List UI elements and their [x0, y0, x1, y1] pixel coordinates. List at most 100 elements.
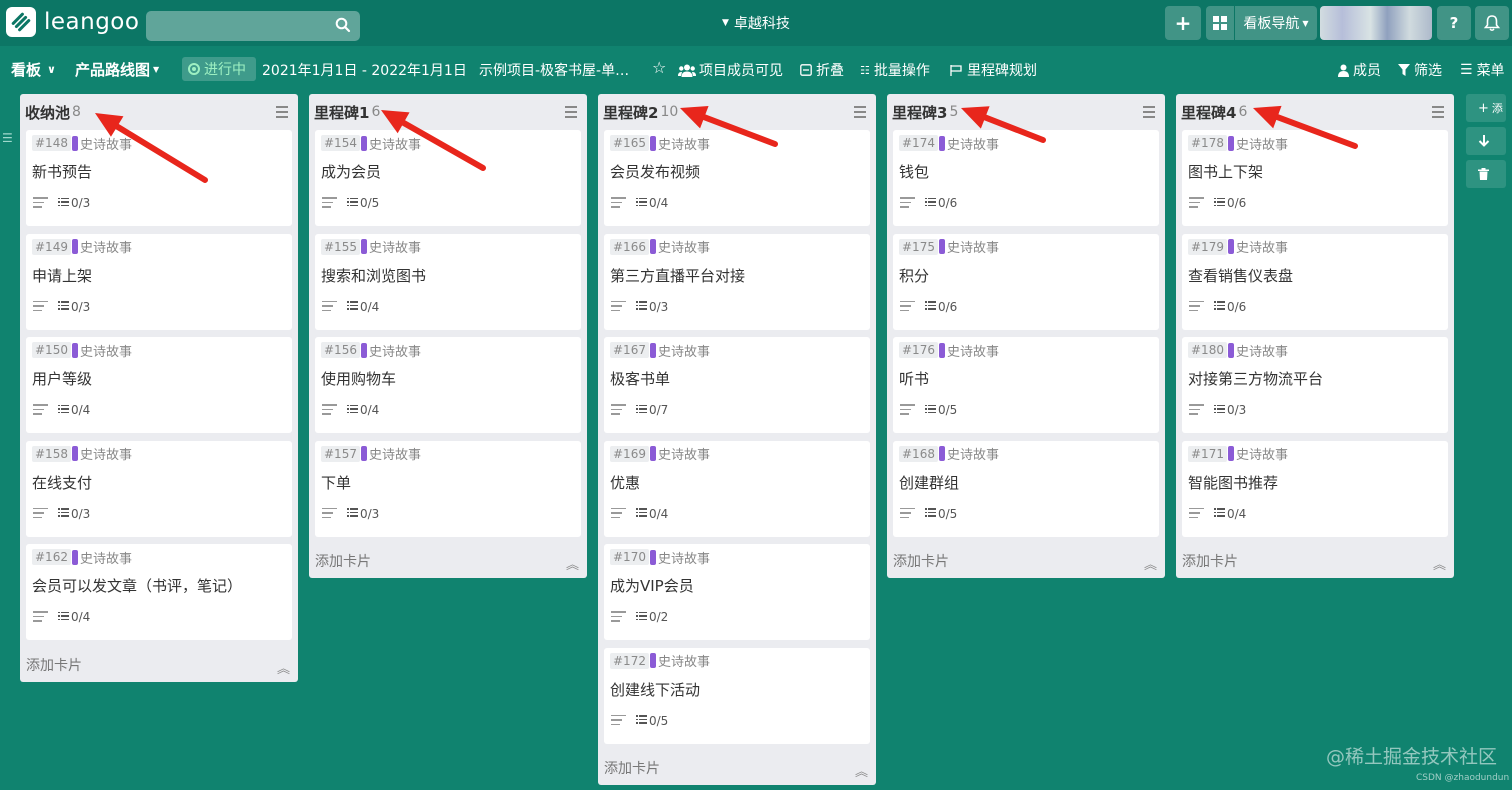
card[interactable]: #170 史诗故事 成为VIP会员 0/2 [604, 544, 870, 640]
star-icon[interactable]: ☆ [652, 58, 666, 77]
card[interactable]: #174 史诗故事 钱包 0/6 [893, 130, 1159, 226]
fold-button[interactable]: 折叠 [800, 60, 844, 80]
collapse-up-icon[interactable]: ︽ [277, 658, 290, 677]
list-title[interactable]: 里程碑1 [314, 102, 369, 123]
card[interactable]: #148 史诗故事 新书预告 0/3 [26, 130, 292, 226]
list-column[interactable]: 收纳池 8 #148 史诗故事 新书预告 0/3 #149 史诗故事 申请上架 0/3 #150 史诗… [20, 94, 298, 682]
card-title: 创建群组 [899, 473, 960, 492]
card-list: #178 史诗故事 图书上下架 0/6 #179 史诗故事 查看销售仪表盘 0/6 #180 史诗… [1176, 130, 1454, 537]
card-id: #168 [899, 445, 938, 462]
list-header[interactable]: 里程碑3 5 [887, 94, 1165, 130]
card[interactable]: #149 史诗故事 申请上架 0/3 [26, 233, 292, 330]
help-icon: ? [1449, 14, 1459, 32]
add-card-button[interactable]: 添加卡片 ︽ [887, 544, 1165, 578]
add-card-button[interactable]: 添加卡片 ︽ [1176, 544, 1454, 578]
caret-down-icon: ▼ [722, 18, 729, 28]
card[interactable]: #179 史诗故事 查看销售仪表盘 0/6 [1182, 233, 1448, 330]
milestone-button[interactable]: 里程碑规划 [950, 60, 1037, 80]
list-column[interactable]: 里程碑1 6 #154 史诗故事 成为会员 0/5 #155 史诗故事 搜索和浏览图书 0/4 #1… [309, 94, 587, 578]
members-icon [678, 64, 696, 77]
list-menu-icon[interactable] [854, 106, 866, 121]
list-header[interactable]: 收纳池 8 [20, 94, 298, 130]
collapse-up-icon[interactable]: ︽ [1144, 554, 1157, 573]
view-switcher[interactable]: 看板 ∨ [11, 59, 56, 80]
notification-button[interactable] [1475, 6, 1509, 40]
card-title: 使用购物车 [321, 370, 397, 388]
sidebar-toggle-icon[interactable]: ☰ [2, 131, 13, 145]
card-label-epic: 史诗故事 [361, 135, 421, 153]
menu-button[interactable]: ☰ 菜单 [1460, 60, 1505, 80]
list-menu-icon[interactable] [1143, 106, 1155, 121]
date-range[interactable]: 2021年1月1日 - 2022年1月1日 [262, 60, 467, 80]
list-column[interactable]: 里程碑4 6 #178 史诗故事 图书上下架 0/6 #179 史诗故事 查看销售仪表盘 0/6 #… [1176, 94, 1454, 578]
members-button[interactable]: 成员 [1338, 60, 1381, 80]
card[interactable]: #158 史诗故事 在线支付 0/3 [26, 440, 292, 537]
description-icon [1189, 300, 1204, 315]
search-input[interactable] [146, 11, 360, 41]
batch-button[interactable]: ☷ 批量操作 [860, 60, 930, 80]
list-menu-icon[interactable] [1432, 106, 1444, 121]
list-title[interactable]: 里程碑2 [603, 102, 658, 123]
visibility-button[interactable]: 项目成员可见 [678, 60, 783, 80]
card-label-epic: 史诗故事 [72, 239, 132, 256]
project-link[interactable]: 示例项目-极客书屋-单… [479, 60, 629, 80]
card-title: 新书预告 [32, 163, 93, 181]
add-card-button[interactable]: 添加卡片 ︽ [20, 648, 298, 682]
company-switcher[interactable]: ▼ 卓越科技 [722, 13, 790, 33]
collapse-up-icon[interactable]: ︽ [855, 761, 868, 780]
card[interactable]: #175 史诗故事 积分 0/6 [893, 233, 1159, 330]
checklist-icon [636, 715, 647, 726]
card[interactable]: #172 史诗故事 创建线下活动 0/5 [604, 647, 870, 744]
card[interactable]: #169 史诗故事 优惠 0/4 [604, 440, 870, 537]
checklist-badge: 0/6 [925, 300, 957, 314]
card[interactable]: #156 史诗故事 使用购物车 0/4 [315, 337, 581, 433]
status-badge[interactable]: 进行中 [182, 57, 256, 81]
create-button[interactable]: + [1165, 6, 1201, 40]
card[interactable]: #150 史诗故事 用户等级 0/4 [26, 337, 292, 433]
apps-button[interactable] [1206, 6, 1234, 40]
list-title[interactable]: 收纳池 [25, 102, 70, 123]
help-button[interactable]: ? [1437, 6, 1471, 40]
card[interactable]: #154 史诗故事 成为会员 0/5 [315, 130, 581, 226]
card[interactable]: #165 史诗故事 会员发布视频 0/4 [604, 130, 870, 226]
list-menu-icon[interactable] [276, 106, 288, 121]
list-title[interactable]: 里程碑4 [1181, 102, 1236, 123]
list-title[interactable]: 里程碑3 [892, 102, 947, 123]
add-list-button[interactable]: + 添 [1466, 94, 1506, 122]
card[interactable]: #167 史诗故事 极客书单 0/7 [604, 337, 870, 433]
card[interactable]: #168 史诗故事 创建群组 0/5 [893, 440, 1159, 537]
collapse-up-icon[interactable]: ︽ [1433, 554, 1446, 573]
checklist-badge: 0/5 [925, 507, 957, 521]
card[interactable]: #157 史诗故事 下单 0/3 [315, 440, 581, 537]
download-button[interactable] [1466, 127, 1506, 155]
board-nav-button[interactable]: 看板导航 ▼ [1235, 6, 1317, 40]
card[interactable]: #171 史诗故事 智能图书推荐 0/4 [1182, 440, 1448, 537]
logo[interactable]: leangoo [6, 7, 139, 37]
list-header[interactable]: 里程碑4 6 [1176, 94, 1454, 130]
search-icon[interactable] [335, 17, 351, 37]
add-card-button[interactable]: 添加卡片 ︽ [309, 544, 587, 578]
trash-button[interactable] [1466, 160, 1506, 188]
card[interactable]: #162 史诗故事 会员可以发文章（书评，笔记） 0/4 [26, 544, 292, 640]
collapse-up-icon[interactable]: ︽ [566, 554, 579, 573]
card[interactable]: #178 史诗故事 图书上下架 0/6 [1182, 130, 1448, 226]
list-header[interactable]: 里程碑2 10 [598, 94, 876, 130]
list-column[interactable]: 里程碑2 10 #165 史诗故事 会员发布视频 0/4 #166 史诗故事 第三方直播平台对接… [598, 94, 876, 785]
list-header[interactable]: 里程碑1 6 [309, 94, 587, 130]
card-label-epic: 史诗故事 [939, 342, 999, 360]
board-name[interactable]: 产品路线图 ▼ [75, 59, 159, 80]
add-card-button[interactable]: 添加卡片 ︽ [598, 751, 876, 785]
filter-button[interactable]: 筛选 [1398, 60, 1442, 80]
card-title: 在线支付 [32, 473, 93, 492]
card-label-epic: 史诗故事 [1228, 342, 1288, 360]
card-id: #157 [321, 445, 360, 462]
card[interactable]: #176 史诗故事 听书 0/5 [893, 337, 1159, 433]
card[interactable]: #166 史诗故事 第三方直播平台对接 0/3 [604, 233, 870, 330]
list-menu-icon[interactable] [565, 106, 577, 121]
user-avatar[interactable] [1320, 6, 1432, 40]
view-label: 看板 [11, 61, 42, 79]
card[interactable]: #155 史诗故事 搜索和浏览图书 0/4 [315, 233, 581, 330]
card-title: 会员发布视频 [610, 163, 701, 181]
list-column[interactable]: 里程碑3 5 #174 史诗故事 钱包 0/6 #175 史诗故事 积分 0/6 #176 史诗故事听… [887, 94, 1165, 578]
card[interactable]: #180 史诗故事 对接第三方物流平台 0/3 [1182, 337, 1448, 433]
